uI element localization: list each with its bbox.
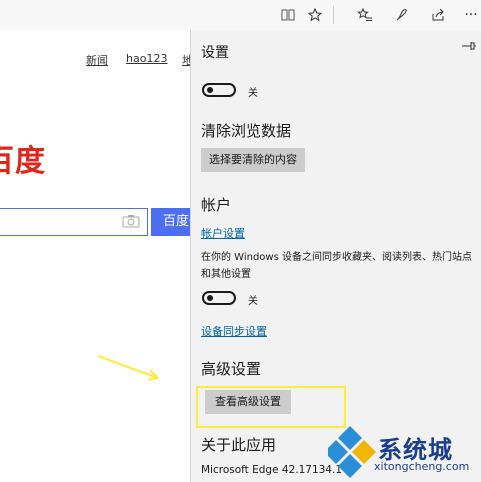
favorites-bar-toggle-label: 关 — [248, 88, 258, 99]
watermark-url: xitongcheng.com — [374, 460, 470, 473]
pin-icon[interactable] — [461, 40, 477, 55]
view-advanced-settings-button[interactable]: 查看高级设置 — [205, 390, 291, 414]
annotation-arrow-icon — [97, 355, 159, 381]
account-settings-link[interactable]: 帐户设置 — [201, 225, 245, 241]
browser-toolbar: ··· — [0, 0, 481, 30]
reading-view-icon[interactable] — [277, 4, 299, 26]
clear-data-button[interactable]: 选择要清除的内容 — [201, 148, 305, 172]
pen-icon[interactable] — [391, 4, 413, 26]
clear-data-heading: 清除浏览数据 — [201, 122, 292, 140]
favorites-bar-toggle[interactable] — [202, 83, 236, 97]
more-icon[interactable]: ··· — [460, 4, 481, 26]
toolbar-divider — [333, 6, 334, 24]
nav-link-hao123[interactable]: hao123 — [126, 52, 167, 65]
toggle-knob — [207, 87, 213, 93]
web-page-content: 新闻 hao123 地 百度 百度一下 — [0, 30, 190, 482]
settings-title: 设置 — [201, 45, 229, 61]
camera-icon[interactable] — [122, 213, 140, 228]
advanced-settings-heading: 高级设置 — [201, 360, 262, 378]
share-icon[interactable] — [427, 4, 449, 26]
about-heading: 关于此应用 — [201, 436, 277, 454]
favorite-star-icon[interactable] — [304, 4, 326, 26]
nav-link-news[interactable]: 新闻 — [86, 52, 108, 68]
device-sync-settings-link[interactable]: 设备同步设置 — [201, 323, 267, 339]
toggle-knob — [207, 295, 213, 301]
baidu-logo: 百度 — [0, 144, 46, 179]
nav-link-map[interactable]: 地 — [182, 52, 190, 68]
account-heading: 帐户 — [201, 196, 232, 214]
sync-toggle[interactable] — [202, 291, 236, 305]
sync-description: 在你的 Windows 设备之间同步收藏夹、阅读列表、热门站点和其他设置 — [201, 252, 472, 280]
settings-panel: 设置 关 清除浏览数据 选择要清除的内容 帐户 帐户设置 在你的 Windows… — [190, 30, 481, 482]
search-button[interactable]: 百度一下 — [151, 208, 190, 236]
favorites-list-icon[interactable] — [354, 4, 376, 26]
sync-toggle-label: 关 — [248, 296, 258, 307]
